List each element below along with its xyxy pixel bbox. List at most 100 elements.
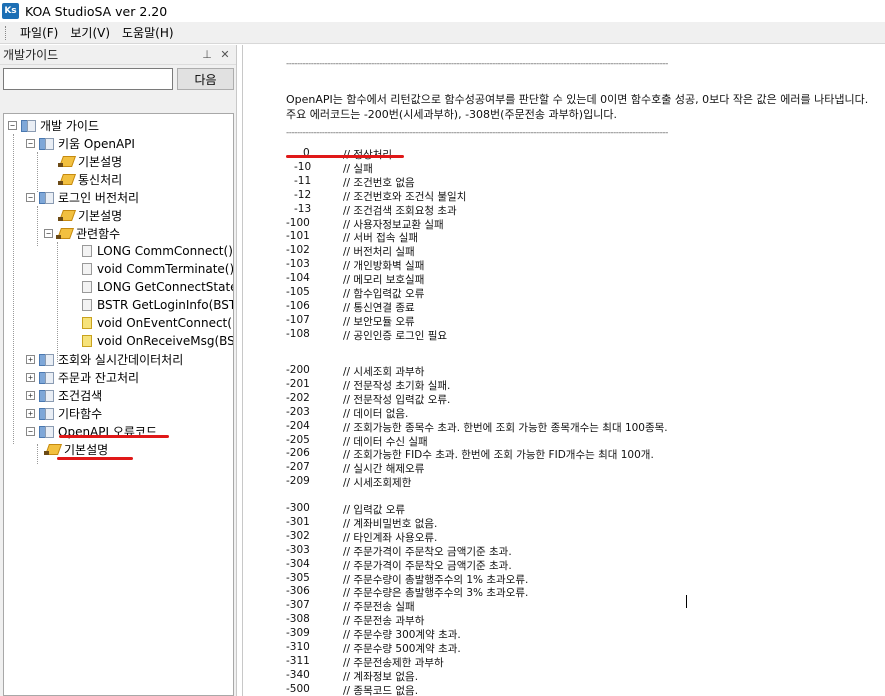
error-code-description: // 조회가능한 종목수 초과. 한번에 조회 가능한 종목개수는 최대 100… (343, 421, 668, 434)
error-code-number: -202 (286, 391, 310, 404)
tree-node-query-realtime[interactable]: + 조회와 실시간데이터처리 (26, 350, 183, 368)
tree-node-other-functions[interactable]: + 기타함수 (26, 404, 102, 422)
pencil-icon (58, 208, 74, 222)
menu-view[interactable]: 보기(V) (64, 24, 116, 41)
menu-file[interactable]: 파일(F) (14, 24, 64, 41)
tree-node-label: 조회와 실시간데이터처리 (58, 352, 184, 367)
document-icon (82, 263, 92, 275)
pencil-icon (44, 442, 60, 456)
tree-node-basic-description[interactable]: 기본설명 (58, 206, 122, 224)
collapse-icon[interactable]: − (26, 138, 35, 148)
error-code-description: // 주문전송 과부하 (343, 615, 425, 628)
tree-node-label: 키움 OpenAPI (58, 136, 135, 151)
tree-node-event[interactable]: void OnReceiveMsg(BSTI (82, 332, 234, 350)
guide-tree[interactable]: − 개발 가이드 − 키움 OpenAPI 기본설명 통신처리 − 로그인 버전… (3, 113, 234, 696)
pin-icon[interactable]: ⊥ (200, 48, 214, 61)
error-code-description: // 조건번호 없음 (343, 176, 415, 189)
pencil-icon (58, 172, 74, 186)
tree-node-label: 개발 가이드 (40, 118, 100, 133)
divider-line: ----------------------------------------… (286, 59, 668, 69)
tree-node-function[interactable]: void CommTerminate() (82, 260, 234, 278)
collapse-icon[interactable]: − (44, 228, 53, 238)
error-code-description: // 서버 접속 실패 (343, 232, 419, 245)
tree-node-label: 기타함수 (58, 406, 103, 421)
expand-icon[interactable]: + (26, 354, 35, 364)
error-code-description: // 주문가격이 주문착오 금액기준 초과. (343, 559, 512, 572)
error-code-description: // 버전처리 실패 (343, 246, 415, 259)
tree-node-event[interactable]: void OnEventConnect(lo (82, 314, 234, 332)
tree-node-orders-balance[interactable]: + 주문과 잔고처리 (26, 368, 139, 386)
error-code-number: -108 (286, 327, 310, 340)
document-icon (82, 281, 92, 293)
expand-icon[interactable]: + (26, 372, 35, 382)
next-button[interactable]: 다음 (177, 68, 234, 90)
tree-node-label: void CommTerminate() (97, 262, 234, 276)
error-code-number: -311 (286, 654, 310, 667)
error-code-number: -307 (286, 599, 310, 612)
tree-node-function[interactable]: BSTR GetLoginInfo(BSTR (82, 296, 233, 314)
error-code-description: // 타인계좌 사용오류. (343, 531, 438, 544)
error-code-number: -302 (286, 529, 310, 542)
expand-icon[interactable]: + (26, 408, 35, 418)
error-code-description: // 전문작성 초기화 실패. (343, 379, 451, 392)
collapse-icon[interactable]: − (26, 192, 35, 202)
title-bar: Ks KOA StudioSA ver 2.20 (0, 0, 885, 22)
tree-node-basic-description-selected[interactable]: 기본설명 (44, 440, 108, 458)
error-code-description: // 시세조회제한 (343, 477, 412, 490)
pencil-icon (56, 226, 72, 240)
book-icon (38, 424, 54, 438)
tree-node-kiwoom-openapi[interactable]: − 키움 OpenAPI (26, 134, 135, 152)
error-code-number: -303 (286, 543, 310, 556)
description-line: OpenAPI는 함수에서 리턴값으로 함수성공여부를 판단할 수 있는데 0이… (286, 93, 869, 106)
tree-connector (37, 152, 38, 192)
tree-node-label: 로그인 버전처리 (58, 190, 140, 205)
error-code-number: -306 (286, 585, 310, 598)
error-code-number: -105 (286, 286, 310, 298)
error-code-number: -101 (286, 230, 310, 243)
error-code-description: // 데이터 수신 실패 (343, 435, 428, 448)
tree-node-dev-guide[interactable]: − 개발 가이드 (8, 116, 99, 134)
error-code-description: // 계좌비밀번호 없음. (343, 517, 438, 530)
tree-node-label: 기본설명 (78, 208, 123, 223)
close-icon[interactable]: ✕ (218, 48, 232, 61)
error-code-description: // 데이터 없음. (343, 407, 409, 420)
error-code-number: -11 (294, 174, 312, 187)
error-code-number: -107 (286, 313, 310, 326)
pencil-icon (58, 154, 74, 168)
tree-node-function[interactable]: LONG CommConnect() (82, 242, 233, 260)
collapse-icon[interactable]: − (8, 120, 17, 130)
error-code-number: -12 (294, 188, 312, 201)
error-code-description: // 조회가능한 FID수 초과. 한번에 조회 가능한 FID개수는 최대 1… (343, 449, 654, 462)
tree-connector (57, 242, 58, 362)
tree-node-function[interactable]: LONG GetConnectState() (82, 278, 233, 296)
error-code-description: // 메모리 보호실패 (343, 274, 425, 287)
tree-node-label: void OnReceiveMsg(BSTI (97, 334, 234, 348)
error-code-number: -209 (286, 475, 310, 488)
error-code-number: -304 (286, 557, 310, 570)
window-title: KOA StudioSA ver 2.20 (25, 3, 168, 19)
tree-node-label: void OnEventConnect(lo (97, 316, 234, 330)
error-code-number: -201 (286, 377, 310, 390)
search-input[interactable] (3, 68, 173, 90)
annotation-underline (57, 457, 133, 460)
tree-node-related-functions[interactable]: − 관련함수 (44, 224, 120, 242)
dev-guide-panel: 개발가이드 ⊥ ✕ 다음 − 개발 가이드 − 키움 OpenAPI 기본설명 … (0, 45, 237, 696)
expand-icon[interactable]: + (26, 390, 35, 400)
error-code-number: -207 (286, 461, 310, 474)
error-code-number: -100 (286, 216, 310, 229)
menu-help[interactable]: 도움말(H) (116, 24, 180, 41)
document-content: ----------------------------------------… (242, 45, 885, 696)
tree-node-login-version[interactable]: − 로그인 버전처리 (26, 188, 139, 206)
tree-node-basic-description[interactable]: 기본설명 (58, 152, 122, 170)
panel-title: 개발가이드 (3, 48, 59, 62)
error-code-description: // 주문수량 500계약 초과. (343, 643, 461, 655)
menu-grip-icon (5, 25, 8, 40)
error-code-description: // 주문가격이 주문착오 금액기준 초과. (343, 545, 512, 558)
book-icon (38, 406, 54, 420)
collapse-icon[interactable]: − (26, 426, 35, 436)
annotation-underline (286, 155, 404, 158)
error-code-description: // 시세조회 과부하 (343, 366, 425, 378)
error-code-number: -206 (286, 447, 310, 460)
tree-node-condition-search[interactable]: + 조건검색 (26, 386, 102, 404)
tree-node-communication[interactable]: 통신처리 (58, 170, 122, 188)
